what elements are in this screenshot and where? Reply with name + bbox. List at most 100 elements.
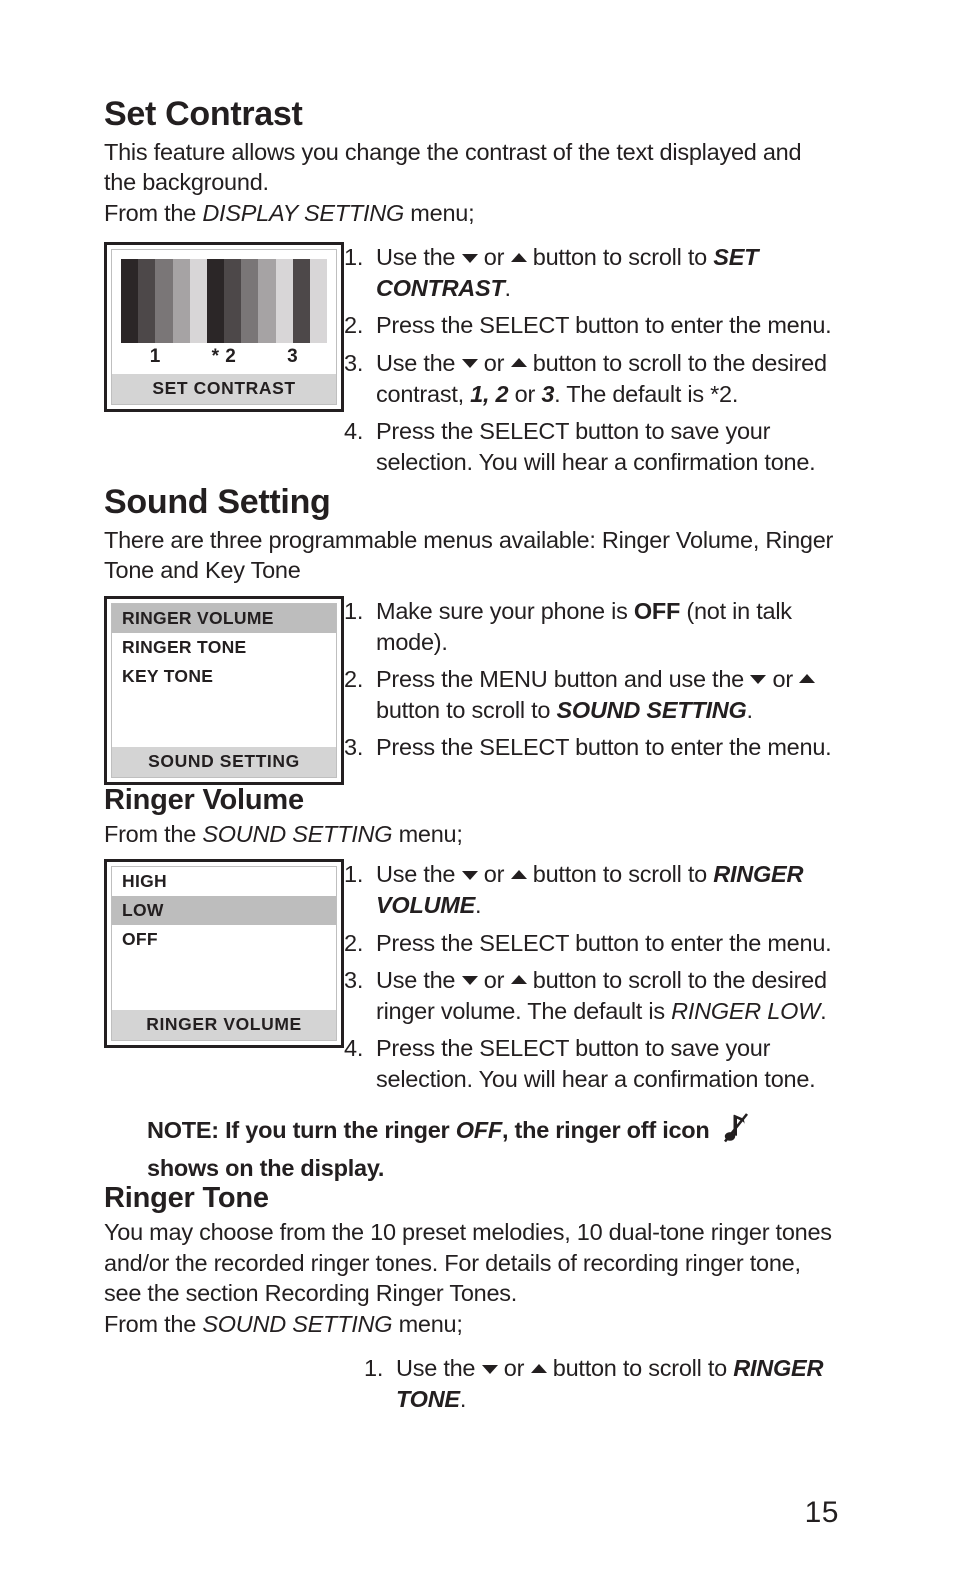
step-item: 1. Use the or button to scroll to SET CON…	[344, 242, 839, 303]
lcd-menu-row-selected[interactable]: RINGER VOLUME	[112, 604, 336, 633]
step-text: SOUND SETTING	[556, 696, 747, 723]
step-text: OFF	[633, 598, 681, 624]
step-text: .	[475, 891, 482, 918]
step-text: Press the SELECT button to save your sel…	[376, 1035, 816, 1092]
step-text: Press the SELECT button to save your sel…	[376, 418, 816, 475]
set-contrast-steps-col: 1. Use the or button to scroll to SET CON…	[344, 242, 839, 484]
lcd-blank-area	[112, 954, 336, 1010]
scroll-down-arrow-icon	[461, 976, 478, 986]
step-text: or	[766, 666, 800, 693]
from-suffix: menu;	[392, 820, 463, 847]
lcd-menu-row[interactable]: HIGH	[112, 867, 336, 896]
step-text: or	[477, 967, 511, 994]
scroll-up-arrow-icon	[510, 975, 527, 985]
sound-setting-steps: 1. Make sure your phone is OFF (not in ta…	[344, 596, 839, 763]
lcd-inner-frame: RINGER VOLUME RINGER TONE KEY TONE SOUND S…	[111, 603, 337, 778]
from-suffix: menu;	[404, 199, 475, 226]
step-item: 2. Press the MENU button and use the or b…	[344, 664, 839, 725]
step-text: . The default is *2.	[554, 380, 739, 407]
ringer-tone-steps-col: 1. Use the or button to scroll to RINGER …	[364, 1353, 839, 1414]
ringer-off-note: NOTE: If you turn the ringer OFF, the ri…	[104, 1111, 839, 1183]
step-text: Use the	[376, 967, 462, 994]
from-prefix: From the	[104, 199, 203, 226]
from-suffix: menu;	[392, 1310, 463, 1337]
lcd-footer-title: SOUND SETTING	[112, 747, 336, 777]
scroll-up-arrow-icon	[799, 674, 816, 684]
step-text: button to scroll to	[376, 696, 557, 723]
step-text: or	[477, 244, 511, 271]
step-number: 3.	[344, 734, 364, 761]
set-contrast-steps: 1. Use the or button to scroll to SET CON…	[344, 242, 839, 477]
contrast-level-label[interactable]: * 2	[190, 346, 259, 368]
step-item: 3. Use the or button to scroll to the des…	[344, 965, 839, 1026]
contrast-bar	[224, 259, 242, 344]
ringer-volume-lcd-col: HIGH LOW OFF RINGER VOLUME	[104, 859, 344, 1049]
step-text: or	[477, 861, 511, 888]
step-number: 4.	[344, 418, 364, 445]
set-contrast-lcd-col: 1 * 23 SET CONTRAST	[104, 242, 344, 413]
step-number: 3.	[344, 350, 364, 376]
contrast-bar	[206, 259, 225, 344]
lcd-menu-row-selected[interactable]: LOW	[112, 896, 336, 926]
ringer-volume-lcd-screen: HIGH LOW OFF RINGER VOLUME	[104, 859, 344, 1049]
scroll-down-arrow-icon	[461, 359, 478, 369]
step-text: .	[459, 1385, 467, 1412]
contrast-level-label[interactable]: 3	[258, 346, 327, 368]
step-text: Press the SELECT button to enter the men…	[376, 929, 832, 956]
step-item: 3. Press the SELECT button to enter the m…	[344, 732, 839, 763]
scroll-down-arrow-icon	[461, 253, 478, 263]
step-text: Use the	[396, 1355, 482, 1382]
menu-name: SOUND SETTING	[202, 820, 393, 847]
scroll-up-arrow-icon	[510, 252, 527, 262]
contrast-bar	[275, 259, 293, 344]
step-text: .	[504, 274, 512, 301]
page-number: 15	[804, 1496, 839, 1529]
contrast-bar	[121, 259, 139, 344]
step-text: Use the	[376, 244, 462, 271]
step-text: Use the	[376, 350, 462, 376]
menu-name: SOUND SETTING	[202, 1310, 393, 1337]
from-prefix: From the	[104, 820, 203, 847]
lcd-menu-row[interactable]: RINGER TONE	[112, 633, 336, 662]
ringer-volume-steps-col: 1. Use the or button to scroll to RINGER …	[344, 859, 839, 1101]
note-middle: , the ringer off icon	[501, 1117, 716, 1144]
step-text: .	[746, 696, 753, 723]
sound-setting-intro: There are three programmable menus avail…	[104, 526, 834, 584]
sound-setting-lcd-col: RINGER VOLUME RINGER TONE KEY TONE SOUND S…	[104, 596, 344, 785]
manual-page: Set Contrast This feature allows you cha…	[0, 0, 954, 1590]
contrast-bar	[309, 259, 328, 344]
step-number: 1.	[364, 1355, 384, 1382]
step-number: 2.	[344, 312, 364, 339]
step-number: 2.	[344, 666, 364, 693]
ringer-volume-steps: 1. Use the or button to scroll to RINGER …	[344, 859, 839, 1094]
step-text: Press the MENU button and use the	[376, 666, 751, 693]
sound-setting-lcd-screen: RINGER VOLUME RINGER TONE KEY TONE SOUND S…	[104, 596, 344, 785]
ringer-tone-intro: You may choose from the 10 preset melodi…	[104, 1219, 832, 1307]
lcd-menu-row[interactable]: OFF	[112, 925, 336, 954]
step-item: 1. Use the or button to scroll to RINGER …	[344, 859, 839, 920]
step-text: or	[497, 1355, 531, 1382]
lcd-inner-frame: 1 * 23 SET CONTRAST	[111, 249, 337, 406]
note-emphasis: OFF	[455, 1117, 503, 1144]
page-title-ringer-tone: Ringer Tone	[104, 1182, 269, 1215]
set-contrast-block: 1 * 23 SET CONTRAST 1. Use the or button t…	[104, 242, 839, 484]
set-contrast-lcd-screen: 1 * 23 SET CONTRAST	[104, 242, 344, 413]
scroll-down-arrow-icon	[461, 870, 478, 880]
step-text: .	[820, 997, 827, 1024]
lcd-menu-row[interactable]: KEY TONE	[112, 662, 336, 691]
step-number: 1.	[344, 598, 364, 624]
step-item: 4. Press the SELECT button to save your s…	[344, 416, 839, 477]
page-title-sound-setting: Sound Setting	[104, 483, 331, 522]
menu-name: DISPLAY SETTING	[202, 199, 405, 226]
ringer-volume-menu-rows: HIGH LOW OFF	[112, 867, 336, 955]
sound-setting-steps-col: 1. Make sure your phone is OFF (not in ta…	[344, 596, 839, 770]
scroll-up-arrow-icon	[510, 358, 527, 368]
step-text: 1, 2	[470, 380, 509, 407]
sound-setting-block: RINGER VOLUME RINGER TONE KEY TONE SOUND S…	[104, 596, 839, 785]
lcd-footer-title: SET CONTRAST	[112, 374, 336, 405]
step-text: Make sure your phone is	[376, 598, 634, 624]
from-prefix: From the	[104, 1310, 203, 1337]
contrast-bars	[121, 259, 328, 344]
contrast-level-label[interactable]: 1	[121, 346, 190, 368]
step-text: or	[508, 380, 542, 407]
